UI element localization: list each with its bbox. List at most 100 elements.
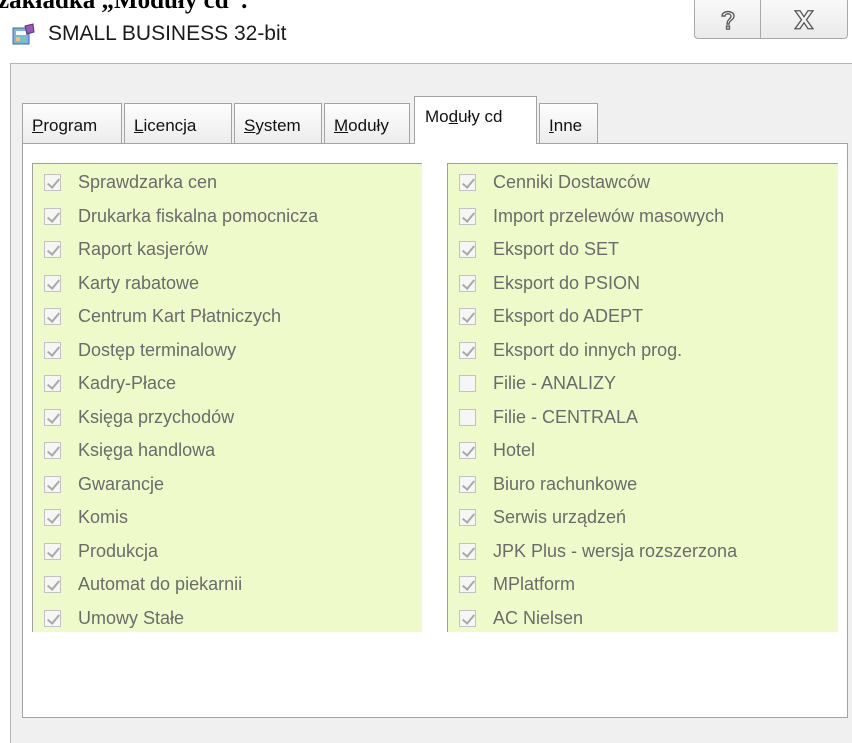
module-checkbox-checked[interactable] bbox=[44, 207, 61, 225]
module-label: Dostęp terminalowy bbox=[78, 339, 237, 360]
module-label: Kadry-Płace bbox=[78, 373, 177, 393]
module-checkbox-checked[interactable] bbox=[44, 542, 61, 560]
module-checkbox-unchecked[interactable] bbox=[459, 408, 476, 426]
module-checkbox-checked[interactable] bbox=[44, 408, 61, 426]
tab-inne[interactable]: Inne bbox=[539, 103, 598, 144]
module-checkbox-checked[interactable] bbox=[459, 475, 476, 493]
tab-moduly-cd[interactable]: Moduły cd bbox=[414, 96, 537, 144]
module-checkbox-checked[interactable] bbox=[44, 308, 61, 325]
module-item: Raport kasjerów bbox=[33, 233, 422, 266]
check-icon bbox=[461, 610, 476, 625]
check-icon bbox=[461, 510, 476, 524]
module-label: Hotel bbox=[493, 440, 536, 460]
module-label: Produkcja bbox=[78, 540, 159, 561]
module-checkbox-checked[interactable] bbox=[459, 509, 476, 526]
check-icon bbox=[461, 275, 476, 290]
check-icon bbox=[46, 275, 61, 290]
module-checkbox-checked[interactable] bbox=[459, 174, 476, 191]
check-icon bbox=[461, 309, 476, 323]
tab-label-key: M bbox=[334, 116, 349, 135]
check-icon bbox=[46, 376, 61, 390]
module-item: Biuro rachunkowe bbox=[448, 468, 838, 501]
module-item: AC Nielsen bbox=[448, 602, 838, 635]
module-checkbox-checked[interactable] bbox=[44, 442, 61, 459]
module-checkbox-checked[interactable] bbox=[44, 341, 61, 359]
module-checkbox-unchecked[interactable] bbox=[459, 375, 476, 392]
module-item: Serwis urządzeń bbox=[448, 501, 838, 534]
module-item: Eksport do ADEPT bbox=[448, 300, 838, 333]
close-button[interactable] bbox=[760, 0, 848, 39]
module-label: Drukarka fiskalna pomocnicza bbox=[78, 205, 319, 226]
check-icon bbox=[46, 577, 61, 591]
check-icon bbox=[461, 175, 476, 189]
module-label: Księga handlowa bbox=[78, 440, 216, 460]
module-checkbox-checked[interactable] bbox=[459, 308, 476, 325]
help-button[interactable] bbox=[694, 0, 761, 39]
module-label: Eksport do innych prog. bbox=[493, 339, 683, 360]
module-label: Eksport do PSION bbox=[493, 272, 641, 293]
tab-label-post: icencja bbox=[143, 116, 197, 135]
check-icon bbox=[461, 543, 476, 558]
module-checkbox-checked[interactable] bbox=[44, 509, 61, 526]
tab-moduly[interactable]: Moduły bbox=[324, 103, 410, 144]
tab-program[interactable]: Program bbox=[22, 103, 122, 144]
module-checkbox-checked[interactable] bbox=[459, 442, 476, 459]
module-item: Karty rabatowe bbox=[33, 267, 422, 300]
check-icon bbox=[46, 443, 61, 457]
module-checkbox-checked[interactable] bbox=[44, 475, 61, 493]
tab-licencja[interactable]: Licencja bbox=[124, 103, 232, 144]
tab-label-post: nne bbox=[553, 116, 583, 135]
module-item: Komis bbox=[33, 501, 422, 534]
check-icon bbox=[461, 577, 476, 591]
modules-list-right: Cenniki Dostawców Import przelewów masowy… bbox=[447, 163, 838, 632]
module-item: Filie - ANALIZY bbox=[448, 367, 838, 400]
module-label: Komis bbox=[78, 507, 129, 527]
module-checkbox-checked[interactable] bbox=[459, 207, 476, 225]
check-icon bbox=[461, 242, 476, 256]
module-checkbox-checked[interactable] bbox=[459, 341, 476, 359]
module-label: Import przelewów masowych bbox=[493, 205, 725, 226]
module-item: Dostęp terminalowy bbox=[33, 334, 422, 367]
check-icon bbox=[46, 175, 61, 189]
module-label: Centrum Kart Płatniczych bbox=[78, 306, 282, 326]
check-icon bbox=[461, 342, 476, 357]
check-icon bbox=[46, 543, 61, 558]
tab-label-key: P bbox=[32, 116, 44, 135]
module-checkbox-checked[interactable] bbox=[44, 174, 61, 191]
module-checkbox-checked[interactable] bbox=[459, 274, 476, 292]
module-checkbox-checked[interactable] bbox=[459, 609, 476, 627]
module-label: Raport kasjerów bbox=[78, 239, 209, 259]
module-label: Automat do piekarnii bbox=[78, 574, 243, 594]
module-item: Eksport do PSION bbox=[448, 267, 838, 300]
module-checkbox-checked[interactable] bbox=[44, 241, 61, 258]
module-item: Księga handlowa bbox=[33, 434, 422, 467]
module-checkbox-checked[interactable] bbox=[44, 576, 61, 593]
module-label: Serwis urządzeń bbox=[493, 507, 627, 527]
module-checkbox-checked[interactable] bbox=[459, 241, 476, 258]
module-checkbox-checked[interactable] bbox=[459, 576, 476, 593]
module-checkbox-checked[interactable] bbox=[44, 609, 61, 627]
module-label: Sprawdzarka cen bbox=[78, 172, 218, 192]
module-checkbox-checked[interactable] bbox=[459, 542, 476, 560]
tab-label-post: ystem bbox=[255, 116, 301, 135]
module-checkbox-checked[interactable] bbox=[44, 375, 61, 392]
tab-label-post: oduły bbox=[348, 116, 389, 135]
tab-label-key: S bbox=[244, 116, 256, 135]
module-label: JPK Plus - wersja rozszerzona bbox=[493, 540, 738, 561]
tab-system[interactable]: System bbox=[234, 103, 322, 144]
module-label: Gwarancje bbox=[78, 473, 165, 494]
window-title: SMALL BUSINESS 32-bit bbox=[48, 22, 287, 45]
document-caption: zakładka „Moduły cd”. bbox=[0, 0, 248, 14]
tab-label-pre: Mo bbox=[425, 107, 449, 126]
app-icon bbox=[12, 23, 35, 45]
check-icon bbox=[46, 610, 61, 625]
module-label: Karty rabatowe bbox=[78, 272, 200, 293]
module-item: Produkcja bbox=[33, 535, 422, 568]
module-item: Cenniki Dostawców bbox=[448, 166, 838, 199]
module-label: Filie - CENTRALA bbox=[493, 406, 639, 427]
tab-label-key: d bbox=[448, 107, 459, 126]
module-item: Drukarka fiskalna pomocnicza bbox=[33, 200, 422, 233]
module-checkbox-checked[interactable] bbox=[44, 274, 61, 292]
module-label: Filie - ANALIZY bbox=[493, 373, 617, 393]
module-item: Sprawdzarka cen bbox=[33, 166, 422, 199]
